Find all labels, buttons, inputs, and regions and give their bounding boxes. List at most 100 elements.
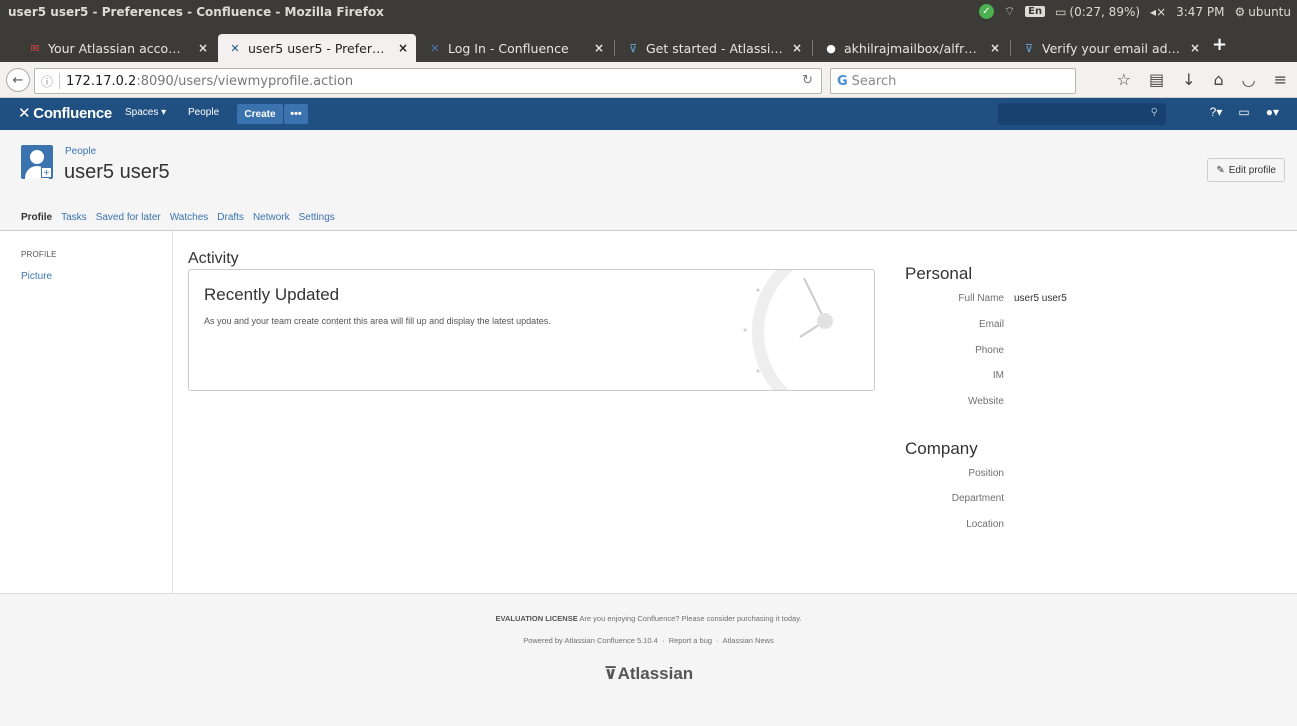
new-tab-plus-icon[interactable]: + bbox=[1212, 34, 1227, 55]
tab-settings[interactable]: Settings bbox=[299, 212, 335, 223]
tab-verify-email[interactable]: ⊽ Verify your email ad… × bbox=[1012, 34, 1208, 62]
footer-separator: · bbox=[662, 636, 665, 645]
url-divider bbox=[59, 73, 61, 89]
more-create-button[interactable]: ••• bbox=[284, 104, 308, 124]
home-icon[interactable]: ⌂ bbox=[1213, 70, 1223, 89]
github-icon: ● bbox=[826, 41, 836, 55]
report-bug-link[interactable]: Report a bug bbox=[669, 636, 712, 645]
header-icons: ?▾ ▭ ●▾ bbox=[1210, 105, 1279, 119]
notifications-icon[interactable]: ▭ bbox=[1238, 105, 1249, 119]
search-icon: ⚲ bbox=[1150, 107, 1158, 118]
browser-tab-strip: ✉ Your Atlassian acco… × ✕ user5 user5 -… bbox=[0, 32, 1297, 62]
confluence-icon: ✕ bbox=[430, 41, 440, 55]
tab-get-started-atlassian[interactable]: ⊽ Get started - Atlassi… × bbox=[616, 34, 810, 62]
tab-user5-preferences[interactable]: ✕ user5 user5 - Prefer… × bbox=[218, 34, 416, 62]
full-name-value: user5 user5 bbox=[1014, 293, 1067, 304]
tab-watches[interactable]: Watches bbox=[170, 212, 209, 223]
confluence-search-input[interactable]: ⚲ bbox=[998, 103, 1166, 125]
confluence-x-icon: ✕ bbox=[18, 105, 31, 122]
browser-toolbar-icons: ☆ ▤ ↓ ⌂ ◡ ≡ bbox=[1117, 70, 1287, 89]
tab-network[interactable]: Network bbox=[253, 212, 290, 223]
close-icon[interactable]: × bbox=[990, 41, 1000, 55]
hamburger-menu-icon[interactable]: ≡ bbox=[1274, 70, 1287, 89]
info-icon[interactable]: ⓘ bbox=[41, 73, 53, 90]
tab-saved-for-later[interactable]: Saved for later bbox=[96, 212, 161, 223]
department-label: Department bbox=[951, 493, 1004, 504]
url-host: 172.17.0.2 bbox=[66, 73, 137, 89]
tab-profile[interactable]: Profile bbox=[21, 212, 52, 223]
footer-separator: · bbox=[716, 636, 719, 645]
create-button[interactable]: Create bbox=[237, 104, 283, 124]
profile-avatar[interactable]: + bbox=[21, 145, 53, 179]
page-title: user5 user5 bbox=[64, 161, 170, 183]
close-icon[interactable]: × bbox=[198, 41, 208, 55]
os-indicators: ✓ ⌔ En ▭ (0:27, 89%) ◂× 3:47 PM ⚙ ubuntu bbox=[978, 4, 1291, 19]
full-name-label: Full Name bbox=[958, 293, 1004, 304]
atlassian-mark-icon: ⊽ bbox=[603, 664, 618, 683]
spaces-menu[interactable]: Spaces ▾ bbox=[125, 107, 166, 118]
people-link[interactable]: People bbox=[188, 107, 219, 118]
reading-list-icon[interactable]: ▤ bbox=[1149, 70, 1164, 89]
tab-tasks[interactable]: Tasks bbox=[61, 212, 87, 223]
powered-by-link[interactable]: Powered by Atlassian Confluence 5.10.4 bbox=[523, 636, 658, 645]
window-title: user5 user5 - Preferences - Confluence -… bbox=[8, 5, 384, 19]
battery-indicator[interactable]: ▭ (0:27, 89%) bbox=[1055, 5, 1140, 19]
phone-label: Phone bbox=[975, 345, 1004, 356]
update-check-icon[interactable]: ✓ bbox=[978, 4, 994, 19]
browser-search-input[interactable]: G Search bbox=[830, 68, 1076, 94]
personal-heading: Personal bbox=[905, 264, 973, 283]
location-label: Location bbox=[966, 519, 1004, 530]
close-icon[interactable]: × bbox=[594, 41, 604, 55]
profile-tabs: Profile Tasks Saved for later Watches Dr… bbox=[21, 212, 335, 223]
help-icon[interactable]: ?▾ bbox=[1210, 105, 1223, 119]
license-text: Are you enjoying Confluence? Please cons… bbox=[579, 614, 802, 623]
footer-links: Powered by Atlassian Confluence 5.10.4 ·… bbox=[0, 636, 1297, 645]
pocket-icon[interactable]: ◡ bbox=[1242, 70, 1256, 89]
wifi-icon[interactable]: ⌔ bbox=[1004, 4, 1015, 19]
sidebar-heading: PROFILE bbox=[21, 250, 57, 259]
breadcrumb-people[interactable]: People bbox=[65, 146, 96, 157]
recently-updated-title: Recently Updated bbox=[204, 285, 340, 304]
page-header: + People user5 user5 ✎ Edit profile Prof… bbox=[0, 130, 1297, 231]
profile-sidebar: PROFILE Picture bbox=[0, 231, 173, 593]
battery-status: (0:27, 89%) bbox=[1069, 4, 1141, 19]
sidebar-item-picture[interactable]: Picture bbox=[21, 271, 52, 282]
add-picture-icon: + bbox=[41, 167, 52, 179]
atlassian-icon: ⊽ bbox=[1024, 41, 1034, 55]
atlassian-logo[interactable]: ⊽Atlassian bbox=[0, 664, 1297, 684]
close-icon[interactable]: × bbox=[792, 41, 802, 55]
download-arrow-icon[interactable]: ↓ bbox=[1182, 70, 1195, 89]
caret-down-icon: ▾ bbox=[161, 107, 167, 118]
user-avatar-icon[interactable]: ●▾ bbox=[1266, 105, 1279, 119]
tab-drafts[interactable]: Drafts bbox=[217, 212, 244, 223]
back-arrow-icon[interactable]: ← bbox=[6, 68, 30, 92]
bookmark-star-icon[interactable]: ☆ bbox=[1117, 70, 1131, 89]
website-label: Website bbox=[968, 396, 1004, 407]
settings-gear-icon: ⚙ bbox=[1234, 4, 1246, 19]
reload-icon[interactable]: ↻ bbox=[802, 73, 813, 88]
tab-atlassian-account[interactable]: ✉ Your Atlassian acco… × bbox=[18, 34, 216, 62]
tab-login-confluence[interactable]: ✕ Log In - Confluence × bbox=[418, 34, 612, 62]
confluence-logo[interactable]: ✕ Confluence bbox=[18, 104, 112, 123]
keyboard-language-indicator[interactable]: En bbox=[1025, 6, 1046, 17]
atlassian-news-link[interactable]: Atlassian News bbox=[723, 636, 774, 645]
license-notice: EVALUATION LICENSE Are you enjoying Conf… bbox=[0, 614, 1297, 623]
url-path: :8090/users/viewmyprofile.action bbox=[136, 73, 354, 89]
email-label: Email bbox=[978, 319, 1004, 330]
user-menu[interactable]: ⚙ ubuntu bbox=[1234, 5, 1291, 19]
tab-separator bbox=[812, 40, 813, 56]
os-title-bar: user5 user5 - Preferences - Confluence -… bbox=[0, 0, 1297, 32]
edit-profile-button[interactable]: ✎ Edit profile bbox=[1207, 158, 1285, 182]
clock[interactable]: 3:47 PM bbox=[1176, 5, 1224, 19]
tab-separator bbox=[614, 40, 615, 56]
search-engine-icon[interactable]: G bbox=[837, 74, 848, 89]
close-icon[interactable]: × bbox=[1190, 41, 1200, 55]
battery-icon: ▭ bbox=[1055, 4, 1067, 19]
pencil-icon: ✎ bbox=[1216, 164, 1225, 176]
volume-muted-icon[interactable]: ◂× bbox=[1150, 5, 1166, 19]
url-bar[interactable]: ⓘ 172.17.0.2 :8090/users/viewmyprofile.a… bbox=[34, 68, 822, 94]
company-heading: Company bbox=[905, 439, 978, 458]
tab-github-alfresco[interactable]: ● akhilrajmailbox/alfr… × bbox=[814, 34, 1008, 62]
position-label: Position bbox=[968, 468, 1004, 479]
close-icon[interactable]: × bbox=[398, 41, 408, 55]
